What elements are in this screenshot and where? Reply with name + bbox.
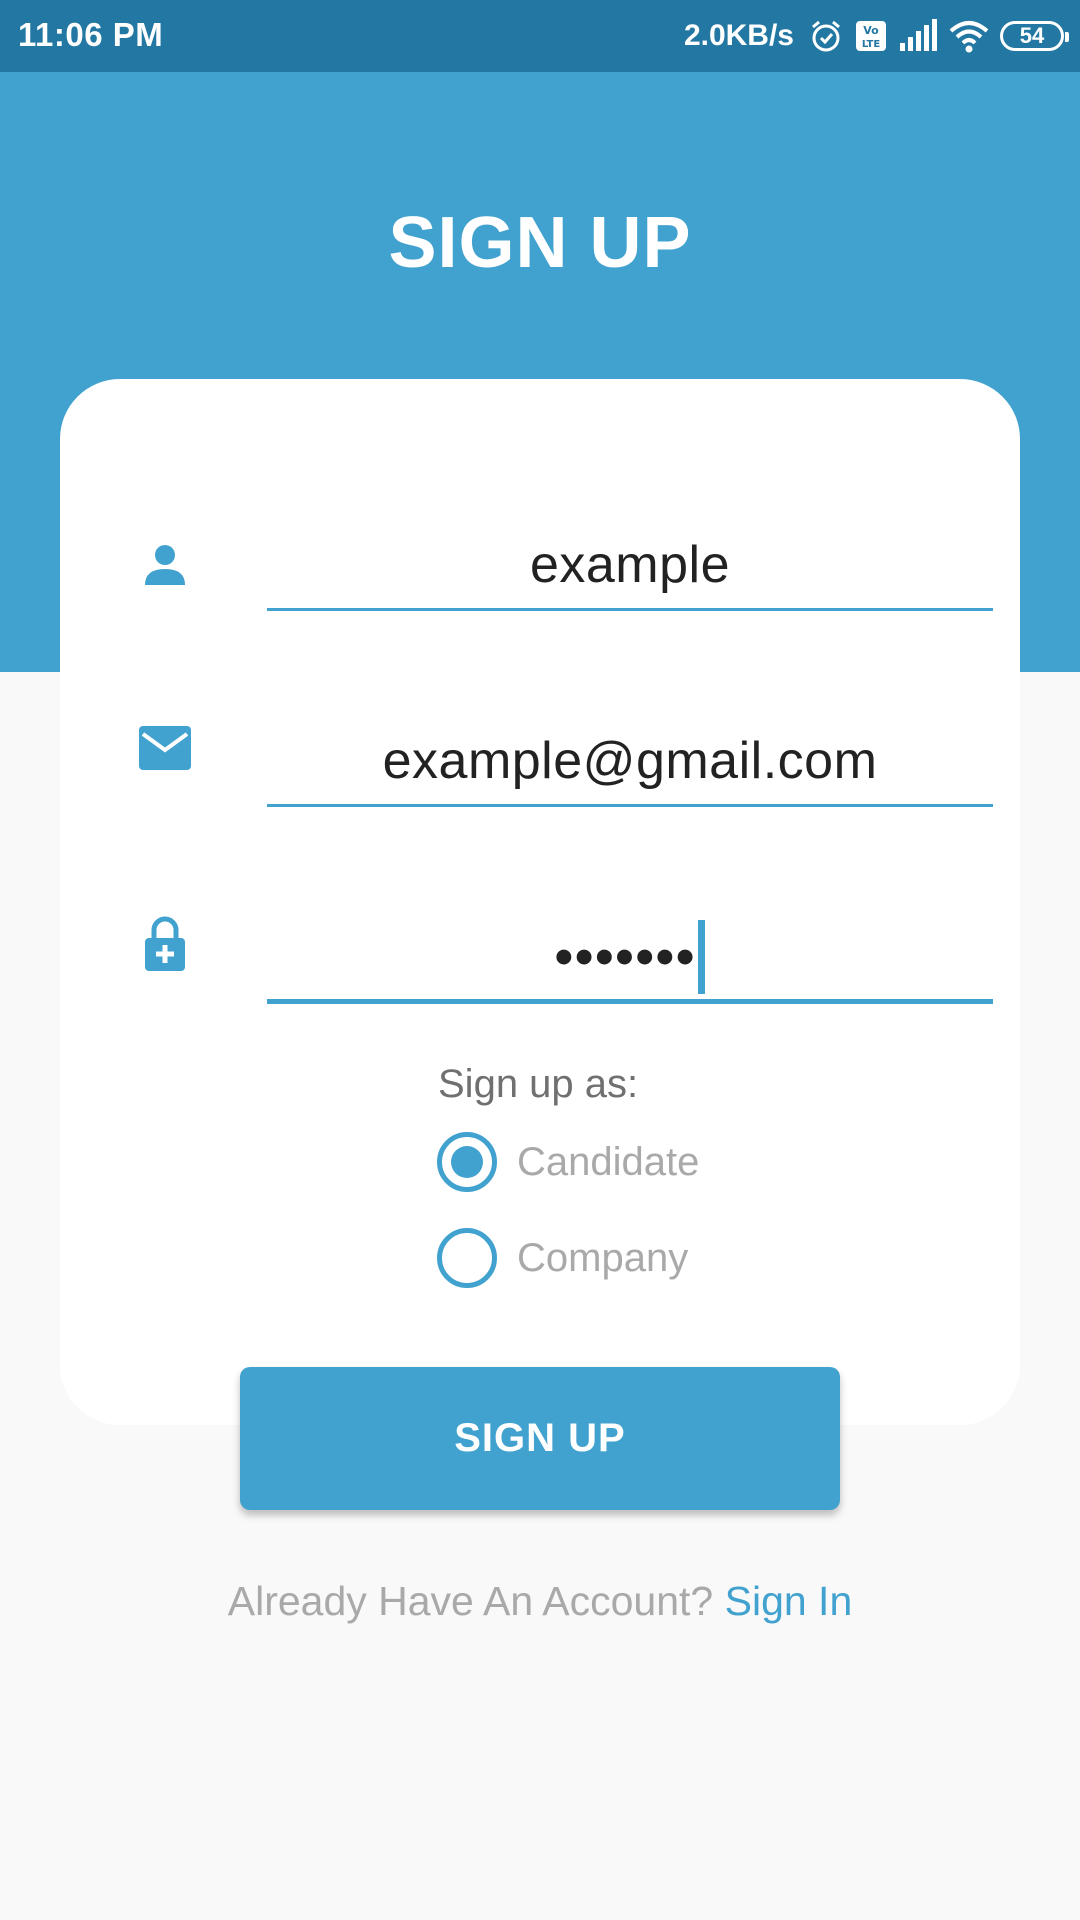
radio-label-company: Company: [517, 1235, 689, 1280]
battery-icon: 54: [1000, 21, 1069, 51]
status-time: 11:06 PM: [18, 16, 164, 53]
signup-as-label: Sign up as:: [438, 1062, 639, 1106]
radio-button-checked[interactable]: [437, 1132, 497, 1192]
username-value: example: [529, 535, 731, 594]
radio-option-company[interactable]: Company: [437, 1227, 688, 1289]
signin-prompt-line: Already Have An Account? Sign In: [0, 1578, 1080, 1625]
alarm-icon: [808, 18, 844, 54]
signin-link[interactable]: Sign In: [725, 1578, 853, 1624]
wifi-icon: [948, 19, 990, 53]
svg-text:LTE: LTE: [862, 39, 881, 50]
svg-text:Vo: Vo: [863, 24, 879, 37]
mail-icon: [135, 718, 195, 778]
network-speed: 2.0KB/s: [683, 19, 794, 52]
volte-icon: Vo LTE: [854, 19, 888, 53]
lock-icon: [135, 914, 195, 974]
status-icons: 2.0KB/s Vo LTE 54: [683, 14, 1069, 58]
radio-label-candidate: Candidate: [517, 1139, 700, 1184]
text-cursor: [698, 919, 706, 994]
email-value: example@gmail.com: [382, 731, 878, 790]
page-title: SIGN UP: [388, 203, 692, 283]
person-icon: [135, 535, 195, 595]
username-field[interactable]: example: [267, 521, 993, 611]
battery-level: 54: [1019, 23, 1045, 48]
email-field[interactable]: example@gmail.com: [267, 717, 993, 807]
password-value: •••••••: [554, 927, 697, 986]
signup-button[interactable]: SIGN UP: [240, 1367, 840, 1510]
radio-dot: [451, 1146, 483, 1178]
status-bar: 11:06 PM 2.0KB/s Vo LTE 54: [0, 0, 1080, 72]
signin-prompt: Already Have An Account?: [227, 1578, 725, 1624]
signal-icon: [898, 19, 938, 53]
signup-card: example example@gmail.com ••••••• Sign u…: [60, 379, 1020, 1425]
radio-button-unchecked[interactable]: [437, 1228, 497, 1288]
radio-option-candidate[interactable]: Candidate: [437, 1131, 699, 1193]
password-field[interactable]: •••••••: [267, 914, 993, 1004]
